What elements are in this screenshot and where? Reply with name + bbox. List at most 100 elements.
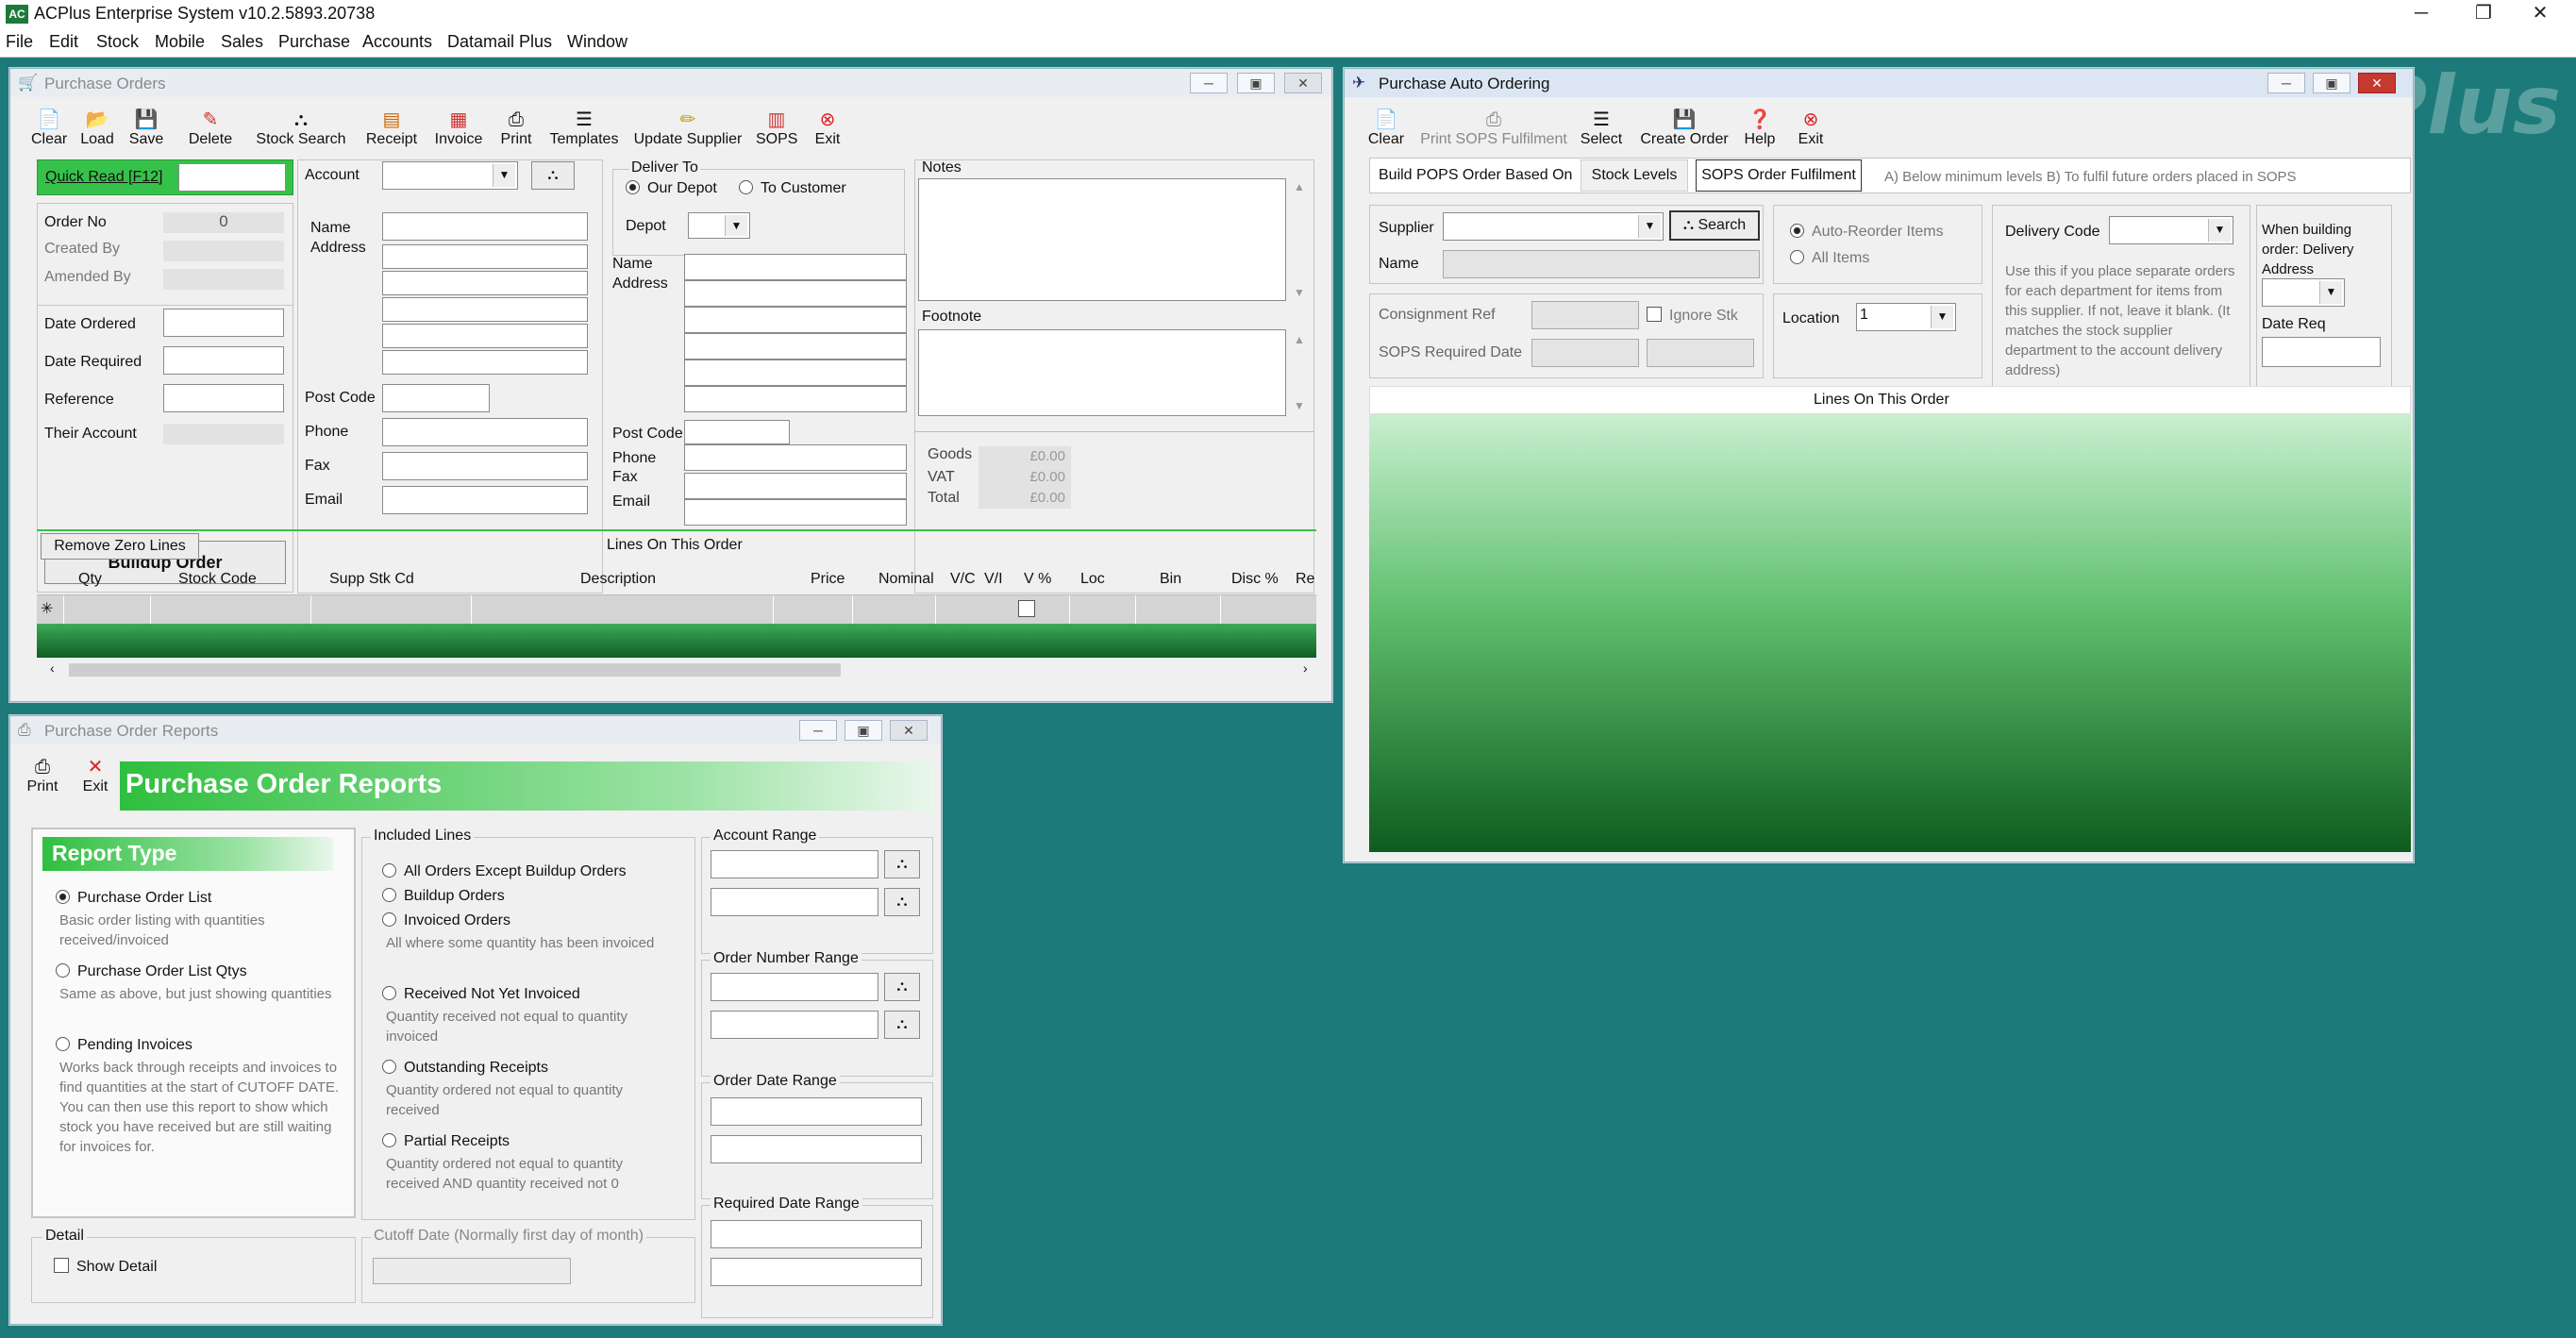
menu-sales[interactable]: Sales bbox=[221, 32, 263, 52]
address-line-4[interactable] bbox=[382, 324, 588, 348]
account-range-from[interactable] bbox=[711, 850, 878, 878]
to-customer-radio[interactable]: To Customer bbox=[739, 180, 846, 197]
scroll-down-icon[interactable]: ▼ bbox=[1294, 399, 1305, 412]
maximize-icon[interactable]: ▣ bbox=[1237, 73, 1275, 93]
delivery-post-code-input[interactable] bbox=[684, 420, 790, 444]
col-qty[interactable]: Qty bbox=[78, 571, 102, 588]
menu-purchase[interactable]: Purchase bbox=[278, 32, 350, 52]
name-input[interactable] bbox=[382, 212, 588, 241]
order-date-from[interactable] bbox=[711, 1097, 922, 1126]
delivery-address-2[interactable] bbox=[684, 307, 907, 333]
pending-invoices-radio[interactable]: Pending Invoices bbox=[56, 1037, 192, 1054]
supplier-select[interactable]: ▼ bbox=[1443, 212, 1664, 241]
col-description[interactable]: Description bbox=[580, 571, 656, 588]
close-icon[interactable]: ✕ bbox=[1284, 73, 1322, 93]
scroll-thumb[interactable] bbox=[69, 663, 841, 677]
templates-button[interactable]: ☰ Templates bbox=[544, 109, 624, 148]
menu-stock[interactable]: Stock bbox=[96, 32, 139, 52]
select-button[interactable]: ☰ Select bbox=[1577, 109, 1626, 148]
received-not-yet-invoiced-radio[interactable]: Received Not Yet Invoiced bbox=[382, 986, 580, 1003]
account-select[interactable]: ▼ bbox=[382, 161, 518, 190]
stock-search-button[interactable]: ⛬ Stock Search bbox=[252, 109, 350, 148]
quick-read-input[interactable] bbox=[178, 163, 286, 192]
col-supp-stk-cd[interactable]: Supp Stk Cd bbox=[329, 571, 414, 588]
address-line-2[interactable] bbox=[382, 271, 588, 295]
col-stock-code[interactable]: Stock Code bbox=[178, 571, 257, 588]
horizontal-scrollbar[interactable]: ‹ › bbox=[37, 658, 1316, 682]
delivery-address-select[interactable]: ▼ bbox=[2262, 278, 2345, 307]
exit-button[interactable]: ⊗ Exit bbox=[809, 109, 846, 148]
account-from-search-button[interactable]: ⛬ bbox=[884, 850, 920, 878]
scroll-right-icon[interactable]: › bbox=[1303, 661, 1308, 676]
remove-zero-lines-button[interactable]: Remove Zero Lines bbox=[41, 533, 199, 560]
date-required-input[interactable] bbox=[163, 346, 284, 375]
date-req-input[interactable] bbox=[2262, 337, 2381, 367]
order-to-search-button[interactable]: ⛬ bbox=[884, 1011, 920, 1039]
menu-accounts[interactable]: Accounts bbox=[362, 32, 432, 52]
print-button[interactable]: ⎙ Print bbox=[24, 756, 61, 795]
scroll-up-icon[interactable]: ▲ bbox=[1294, 333, 1305, 346]
account-to-search-button[interactable]: ⛬ bbox=[884, 888, 920, 916]
post-code-input[interactable] bbox=[382, 384, 490, 412]
account-search-button[interactable]: ⛬ bbox=[531, 161, 575, 190]
date-ordered-input[interactable] bbox=[163, 309, 284, 337]
print-button[interactable]: ⎙ Print bbox=[493, 109, 539, 148]
delivery-name-input[interactable] bbox=[684, 254, 907, 280]
exit-button[interactable]: ⊗ Exit bbox=[1792, 109, 1830, 148]
supplier-search-button[interactable]: ⛬ Search bbox=[1669, 210, 1760, 241]
maximize-icon[interactable]: ▣ bbox=[2313, 73, 2350, 93]
col-disc-percent[interactable]: Disc % bbox=[1231, 571, 1279, 588]
delivery-address-5[interactable] bbox=[684, 386, 907, 412]
order-from-search-button[interactable]: ⛬ bbox=[884, 973, 920, 1001]
menu-datamail-plus[interactable]: Datamail Plus bbox=[447, 32, 552, 52]
delivery-code-select[interactable]: ▼ bbox=[2109, 216, 2233, 244]
sops-button[interactable]: ▥ SOPS bbox=[756, 109, 797, 148]
help-button[interactable]: ❓ Help bbox=[1741, 109, 1779, 148]
tab-stock-levels[interactable]: Stock Levels bbox=[1581, 159, 1688, 192]
clear-button[interactable]: 📄 Clear bbox=[31, 109, 67, 148]
outstanding-receipts-radio[interactable]: Outstanding Receipts bbox=[382, 1060, 548, 1077]
print-sops-fulfilment-button[interactable]: ⎙ Print SOPS Fulfilment bbox=[1416, 109, 1571, 148]
col-re[interactable]: Re bbox=[1296, 571, 1314, 588]
address-line-3[interactable] bbox=[382, 297, 588, 322]
auto-reorder-radio[interactable]: Auto-Reorder Items bbox=[1790, 224, 1944, 241]
delivery-address-4[interactable] bbox=[684, 360, 907, 386]
vi-checkbox[interactable] bbox=[1018, 600, 1035, 617]
delivery-fax-input[interactable] bbox=[684, 473, 907, 499]
col-nominal[interactable]: Nominal bbox=[878, 571, 934, 588]
minimize-icon[interactable]: ─ bbox=[799, 720, 837, 741]
order-date-to[interactable] bbox=[711, 1135, 922, 1163]
maximize-icon[interactable]: ▣ bbox=[845, 720, 882, 741]
col-vi[interactable]: V/I bbox=[984, 571, 1003, 588]
invoice-button[interactable]: ▦ Invoice bbox=[429, 109, 488, 148]
load-button[interactable]: 📂 Load bbox=[78, 109, 116, 148]
update-supplier-button[interactable]: ✏ Update Supplier bbox=[627, 109, 748, 148]
delete-button[interactable]: ✎ Delete bbox=[184, 109, 237, 148]
email-input[interactable] bbox=[382, 486, 588, 514]
tab-sops-order-fulfilment[interactable]: SOPS Order Fulfilment bbox=[1696, 159, 1862, 192]
required-date-from[interactable] bbox=[711, 1220, 922, 1248]
ignore-stk-checkbox[interactable]: Ignore Stk bbox=[1647, 307, 1738, 325]
delivery-address-1[interactable] bbox=[684, 280, 907, 307]
delivery-phone-input[interactable] bbox=[684, 444, 907, 471]
scroll-down-icon[interactable]: ▼ bbox=[1294, 286, 1305, 299]
all-items-radio[interactable]: All Items bbox=[1790, 250, 1869, 267]
col-bin[interactable]: Bin bbox=[1160, 571, 1181, 588]
depot-select[interactable]: ▼ bbox=[688, 212, 750, 239]
exit-button[interactable]: ✕ Exit bbox=[76, 756, 114, 795]
address-line-5[interactable] bbox=[382, 350, 588, 375]
location-select[interactable]: 1 ▼ bbox=[1856, 303, 1956, 331]
close-icon[interactable]: ✕ bbox=[890, 720, 928, 741]
buildup-orders-radio[interactable]: Buildup Orders bbox=[382, 888, 505, 905]
close-icon[interactable]: ✕ bbox=[2358, 73, 2396, 93]
notes-textarea[interactable] bbox=[918, 178, 1286, 301]
menu-mobile[interactable]: Mobile bbox=[155, 32, 205, 52]
create-order-button[interactable]: 💾 Create Order bbox=[1635, 109, 1733, 148]
menu-window[interactable]: Window bbox=[567, 32, 627, 52]
minimize-icon[interactable]: ─ bbox=[1190, 73, 1228, 93]
menu-file[interactable]: File bbox=[6, 32, 33, 52]
required-date-to[interactable] bbox=[711, 1258, 922, 1286]
close-icon[interactable]: ✕ bbox=[2506, 0, 2574, 28]
account-range-to[interactable] bbox=[711, 888, 878, 916]
minimize-icon[interactable]: ─ bbox=[2267, 73, 2305, 93]
